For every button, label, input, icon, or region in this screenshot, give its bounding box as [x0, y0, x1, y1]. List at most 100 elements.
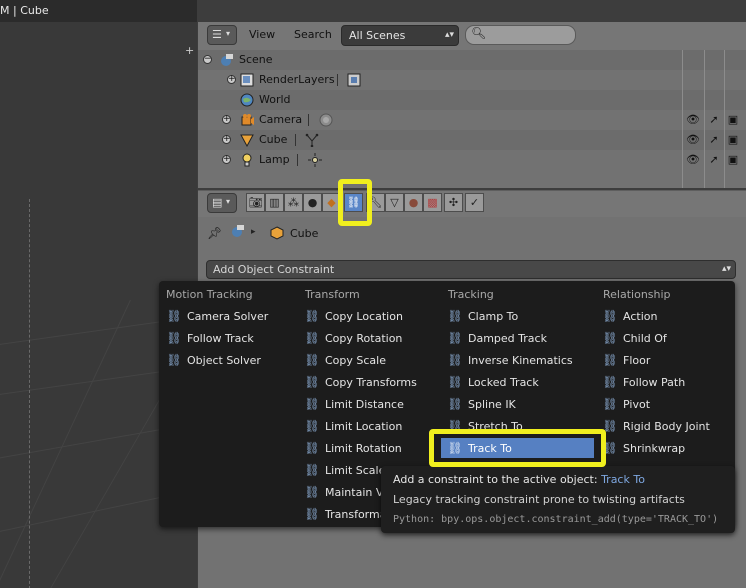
menu-item-label: Pivot [623, 398, 651, 411]
world-icon [240, 93, 254, 107]
menu-item-label: Copy Rotation [325, 332, 403, 345]
outliner-row-cube[interactable]: + Cube 👁︎ ➚ ▣ [198, 130, 746, 150]
expand-icon[interactable]: + [222, 155, 231, 164]
outliner-row-renderlayers[interactable]: + RenderLayers [198, 70, 746, 90]
menu-item-inverse-kinematics[interactable]: ⛓︎ Inverse Kinematics [447, 350, 572, 370]
expand-icon[interactable]: + [222, 135, 231, 144]
menu-item-action[interactable]: ⛓︎ Action [602, 306, 657, 326]
world-tab-icon[interactable]: ● [303, 193, 322, 212]
menu-item-copy-scale[interactable]: ⛓︎ Copy Scale [304, 350, 386, 370]
menu-item-limit-rotation[interactable]: ⛓︎ Limit Rotation [304, 438, 402, 458]
menu-item-label: Action [623, 310, 658, 323]
selectability-cursor-icon[interactable]: ➚ [707, 153, 721, 167]
menu-item-follow-path[interactable]: ⛓︎ Follow Path [602, 372, 685, 392]
restrict-column-divider [724, 50, 725, 188]
constraint-link-icon: ⛓︎ [447, 309, 463, 323]
constraint-link-icon: ⛓︎ [602, 353, 618, 367]
constraint-link-icon: ⛓︎ [447, 331, 463, 345]
menu-item-copy-location[interactable]: ⛓︎ Copy Location [304, 306, 403, 326]
constraint-link-icon: ⛓︎ [166, 309, 182, 323]
column-header-motion-tracking: Motion Tracking [166, 288, 253, 301]
constraint-link-icon: ⛓︎ [304, 485, 320, 499]
menu-item-copy-rotation[interactable]: ⛓︎ Copy Rotation [304, 328, 402, 348]
outliner-item-label: Cube [259, 133, 288, 146]
add-object-constraint-button[interactable]: Add Object Constraint ▴▾ [206, 260, 736, 279]
outliner-row-scene[interactable]: − Scene [198, 50, 746, 70]
chevron-down-icon: ▾ [226, 29, 231, 38]
menu-item-limit-scale[interactable]: ⛓︎ Limit Scale [304, 460, 385, 480]
menu-item-limit-distance[interactable]: ⛓︎ Limit Distance [304, 394, 404, 414]
menu-item-damped-track[interactable]: ⛓︎ Damped Track [447, 328, 547, 348]
menu-item-object-solver[interactable]: ⛓︎ Object Solver [166, 350, 261, 370]
properties-editor-icon: ▤ [212, 196, 223, 209]
visibility-eye-icon[interactable]: 👁︎ [686, 133, 700, 147]
constraint-link-icon: ⛓︎ [602, 331, 618, 345]
render-camera-icon[interactable]: ▣ [726, 133, 740, 147]
menu-item-spline-ik[interactable]: ⛓︎ Spline IK [447, 394, 516, 414]
outliner-row-world[interactable]: World [198, 90, 746, 110]
menu-item-label: Limit Scale [325, 464, 386, 477]
chevron-down-icon: ▾ [226, 197, 231, 206]
menu-item-locked-track[interactable]: ⛓︎ Locked Track [447, 372, 538, 392]
render-camera-icon[interactable]: ▣ [726, 113, 740, 127]
lamp-object-icon [240, 153, 254, 167]
data-tab-icon[interactable]: ▽ [385, 193, 404, 212]
editor-type-button[interactable]: ▤ ▾ [207, 193, 237, 213]
render-camera-icon[interactable]: ▣ [726, 153, 740, 167]
camera-data-icon [318, 113, 333, 127]
tooltip-title-value: Track To [601, 473, 645, 486]
material-tab-icon[interactable]: ● [404, 193, 423, 212]
menu-item-label: Spline IK [468, 398, 516, 411]
expand-icon[interactable]: + [227, 75, 236, 84]
menu-item-limit-location[interactable]: ⛓︎ Limit Location [304, 416, 402, 436]
constraint-link-icon: ⛓︎ [304, 507, 320, 521]
render-layer-icon [347, 73, 361, 87]
visibility-eye-icon[interactable]: 👁︎ [686, 153, 700, 167]
selectability-cursor-icon[interactable]: ➚ [707, 113, 721, 127]
visibility-eye-icon[interactable]: 👁︎ [686, 113, 700, 127]
add-area-icon[interactable]: + [185, 45, 195, 56]
outliner-row-lamp[interactable]: + Lamp 👁︎ ➚ ▣ [198, 150, 746, 170]
selectability-cursor-icon[interactable]: ➚ [707, 133, 721, 147]
display-mode-select[interactable]: All Scenes ▴▾ [341, 25, 459, 46]
menu-item-clamp-to[interactable]: ⛓︎ Clamp To [447, 306, 518, 326]
pin-icon[interactable]: 📌︎ [207, 226, 222, 240]
menu-item-label: Limit Rotation [325, 442, 402, 455]
menu-item-pivot[interactable]: ⛓︎ Pivot [602, 394, 650, 414]
search-input[interactable]: 🔍︎ [465, 25, 576, 45]
view-menu[interactable]: View [249, 25, 275, 45]
mesh-object-icon [240, 133, 254, 148]
render-layers-icon [240, 73, 254, 87]
menu-item-label: Follow Path [623, 376, 686, 389]
particles-tab-icon[interactable]: ✣ [444, 193, 463, 212]
render-layers-tab-icon[interactable]: ▥ [265, 193, 284, 212]
column-header-transform: Transform [305, 288, 360, 301]
constraint-link-icon: ⛓︎ [304, 441, 320, 455]
outliner-item-label: Lamp [259, 153, 290, 166]
menu-item-copy-transforms[interactable]: ⛓︎ Copy Transforms [304, 372, 416, 392]
constraint-link-icon: ⛓︎ [166, 353, 182, 367]
display-mode-value: All Scenes [349, 29, 406, 42]
breadcrumb-object[interactable]: Cube [290, 227, 318, 240]
expand-icon[interactable]: + [222, 115, 231, 124]
render-tab-icon[interactable]: 📷︎ [246, 193, 265, 212]
menu-item-shrinkwrap[interactable]: ⛓︎ Shrinkwrap [602, 438, 685, 458]
menu-item-child-of[interactable]: ⛓︎ Child Of [602, 328, 666, 348]
menu-item-label: Object Solver [187, 354, 261, 367]
scene-tab-icon[interactable]: ⁂ [284, 193, 303, 212]
camera-object-icon [240, 113, 254, 127]
menu-item-camera-solver[interactable]: ⛓︎ Camera Solver [166, 306, 268, 326]
outliner-row-camera[interactable]: + Camera 👁︎ ➚ ▣ [198, 110, 746, 130]
constraint-link-icon: ⛓︎ [602, 397, 618, 411]
scene-icon [220, 53, 234, 67]
menu-item-rigid-body-joint[interactable]: ⛓︎ Rigid Body Joint [602, 416, 709, 436]
search-menu[interactable]: Search [294, 25, 332, 45]
physics-tab-icon[interactable]: ✓ [465, 193, 484, 212]
editor-type-button[interactable]: ☰ ▾ [207, 25, 237, 45]
highlight-constraints-tab [338, 179, 372, 226]
texture-tab-icon[interactable]: ▩ [423, 193, 442, 212]
outliner-editor-icon: ☰ [212, 28, 222, 41]
collapse-icon[interactable]: − [203, 55, 212, 64]
menu-item-floor[interactable]: ⛓︎ Floor [602, 350, 650, 370]
menu-item-follow-track[interactable]: ⛓︎ Follow Track [166, 328, 253, 348]
